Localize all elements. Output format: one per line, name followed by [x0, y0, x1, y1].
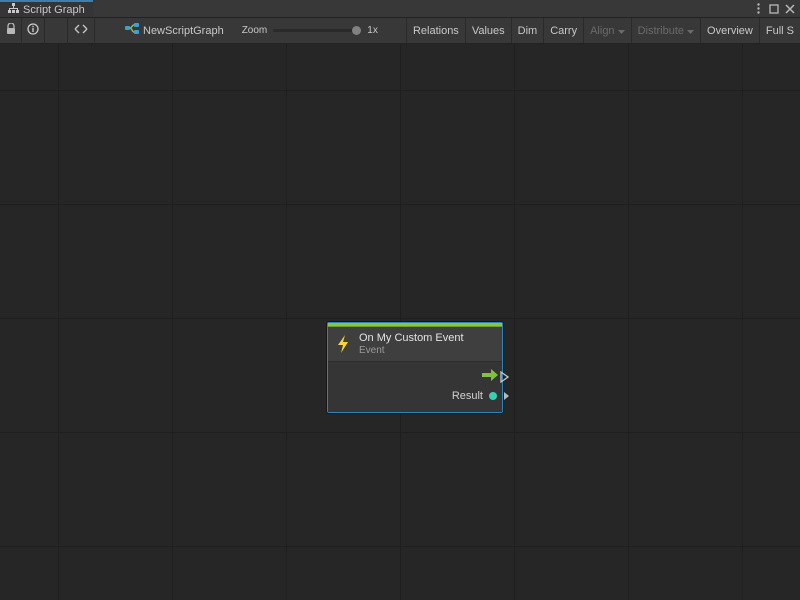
- dropdown-distribute[interactable]: Distribute: [631, 18, 700, 43]
- window-tab-title: Script Graph: [23, 4, 85, 16]
- toggle-values[interactable]: Values: [465, 18, 511, 43]
- node-output-flow: [334, 366, 498, 386]
- dropdown-align-label: Align: [590, 25, 614, 37]
- node-on-my-custom-event[interactable]: On My Custom Event Event Result: [327, 322, 503, 413]
- zoom-label: Zoom: [242, 25, 268, 36]
- zoom-slider-thumb[interactable]: [352, 26, 361, 35]
- node-output-result-label: Result: [452, 390, 483, 402]
- graph-canvas[interactable]: On My Custom Event Event Result: [0, 44, 800, 600]
- window-tab-script-graph[interactable]: Script Graph: [0, 0, 93, 17]
- node-header[interactable]: On My Custom Event Event: [328, 327, 502, 362]
- node-body: Result: [328, 362, 502, 412]
- titlebar: Script Graph: [0, 0, 800, 18]
- zoom-slider[interactable]: [273, 29, 361, 32]
- flow-output-port[interactable]: [500, 371, 510, 386]
- bolt-icon: [333, 334, 353, 354]
- info-button[interactable]: [22, 18, 45, 44]
- node-output-result: Result: [334, 386, 498, 406]
- lock-icon: [6, 23, 16, 38]
- breadcrumb-name: NewScriptGraph: [143, 25, 224, 37]
- chevron-down-icon: [618, 25, 625, 37]
- flow-arrow-icon: [482, 369, 498, 384]
- dropdown-align[interactable]: Align: [583, 18, 630, 43]
- toggle-carry[interactable]: Carry: [543, 18, 583, 43]
- hierarchy-icon: [8, 3, 19, 17]
- data-output-port[interactable]: [489, 392, 497, 400]
- toggle-dim[interactable]: Dim: [511, 18, 544, 43]
- data-output-port-arrow: [504, 392, 509, 400]
- info-icon: [27, 23, 39, 38]
- toggle-overview[interactable]: Overview: [700, 18, 759, 43]
- breadcrumb[interactable]: NewScriptGraph: [117, 23, 232, 38]
- toggle-fullscreen[interactable]: Full S: [759, 18, 800, 43]
- node-subtitle: Event: [359, 345, 464, 357]
- lock-button[interactable]: [0, 18, 22, 44]
- chevron-down-icon: [687, 25, 694, 37]
- node-title: On My Custom Event: [359, 332, 464, 345]
- script-graph-icon: [125, 23, 139, 38]
- zoom-value: 1x: [367, 25, 378, 36]
- close-icon[interactable]: [783, 2, 797, 16]
- toolbar: NewScriptGraph Zoom 1x Relations Values …: [0, 18, 800, 44]
- kebab-menu-icon[interactable]: [751, 2, 765, 16]
- zoom-control: Zoom 1x: [232, 25, 388, 36]
- graph-toggle-button[interactable]: [67, 18, 95, 44]
- graph-toggle-icon: [73, 24, 89, 37]
- toggle-relations[interactable]: Relations: [406, 18, 465, 43]
- maximize-icon[interactable]: [767, 2, 781, 16]
- dropdown-distribute-label: Distribute: [638, 25, 684, 37]
